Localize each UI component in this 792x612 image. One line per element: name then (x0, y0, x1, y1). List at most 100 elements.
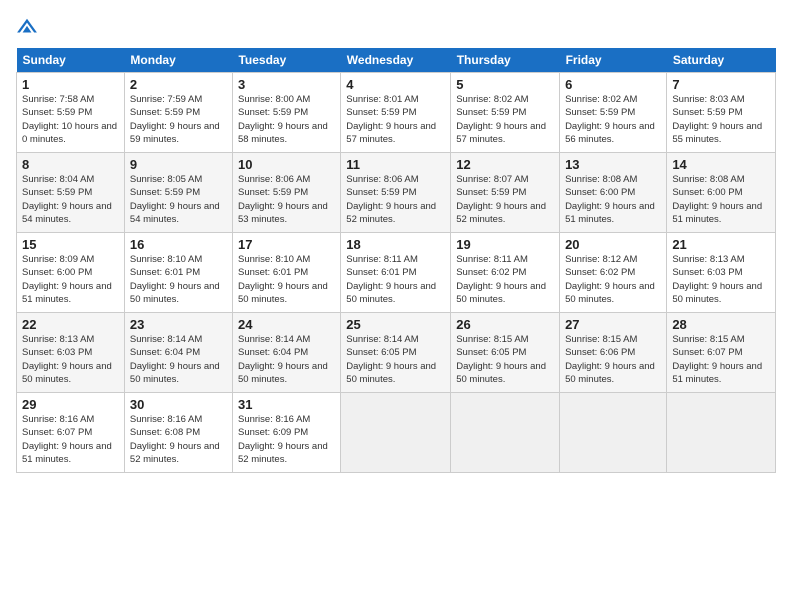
day-number: 9 (130, 157, 227, 172)
calendar-day-cell (560, 393, 667, 473)
day-info: Sunrise: 8:07 AMSunset: 5:59 PMDaylight:… (456, 174, 546, 225)
calendar-day-cell: 21 Sunrise: 8:13 AMSunset: 6:03 PMDaylig… (667, 233, 776, 313)
day-number: 7 (672, 77, 770, 92)
day-number: 26 (456, 317, 554, 332)
day-number: 1 (22, 77, 119, 92)
day-number: 22 (22, 317, 119, 332)
day-number: 11 (346, 157, 445, 172)
day-number: 25 (346, 317, 445, 332)
day-info: Sunrise: 8:14 AMSunset: 6:04 PMDaylight:… (130, 334, 220, 385)
calendar-day-cell: 8 Sunrise: 8:04 AMSunset: 5:59 PMDayligh… (17, 153, 125, 233)
day-of-week-header: Thursday (451, 48, 560, 73)
day-number: 27 (565, 317, 661, 332)
calendar-day-cell: 9 Sunrise: 8:05 AMSunset: 5:59 PMDayligh… (124, 153, 232, 233)
day-number: 12 (456, 157, 554, 172)
day-of-week-header: Wednesday (341, 48, 451, 73)
calendar-day-cell: 12 Sunrise: 8:07 AMSunset: 5:59 PMDaylig… (451, 153, 560, 233)
calendar-week-row: 22 Sunrise: 8:13 AMSunset: 6:03 PMDaylig… (17, 313, 776, 393)
calendar-week-row: 8 Sunrise: 8:04 AMSunset: 5:59 PMDayligh… (17, 153, 776, 233)
day-info: Sunrise: 8:16 AMSunset: 6:07 PMDaylight:… (22, 414, 112, 465)
day-info: Sunrise: 8:11 AMSunset: 6:02 PMDaylight:… (456, 254, 546, 305)
day-info: Sunrise: 8:00 AMSunset: 5:59 PMDaylight:… (238, 94, 328, 145)
calendar-day-cell: 31 Sunrise: 8:16 AMSunset: 6:09 PMDaylig… (232, 393, 340, 473)
day-number: 14 (672, 157, 770, 172)
day-info: Sunrise: 8:12 AMSunset: 6:02 PMDaylight:… (565, 254, 655, 305)
day-number: 21 (672, 237, 770, 252)
day-number: 6 (565, 77, 661, 92)
day-info: Sunrise: 8:16 AMSunset: 6:09 PMDaylight:… (238, 414, 328, 465)
calendar-day-cell: 13 Sunrise: 8:08 AMSunset: 6:00 PMDaylig… (560, 153, 667, 233)
day-info: Sunrise: 8:06 AMSunset: 5:59 PMDaylight:… (346, 174, 436, 225)
calendar-day-cell: 25 Sunrise: 8:14 AMSunset: 6:05 PMDaylig… (341, 313, 451, 393)
day-number: 20 (565, 237, 661, 252)
day-number: 2 (130, 77, 227, 92)
day-info: Sunrise: 8:02 AMSunset: 5:59 PMDaylight:… (456, 94, 546, 145)
day-number: 15 (22, 237, 119, 252)
day-info: Sunrise: 8:03 AMSunset: 5:59 PMDaylight:… (672, 94, 762, 145)
day-number: 31 (238, 397, 335, 412)
day-info: Sunrise: 8:09 AMSunset: 6:00 PMDaylight:… (22, 254, 112, 305)
day-info: Sunrise: 8:10 AMSunset: 6:01 PMDaylight:… (238, 254, 328, 305)
day-number: 23 (130, 317, 227, 332)
calendar-day-cell: 1 Sunrise: 7:58 AMSunset: 5:59 PMDayligh… (17, 73, 125, 153)
day-number: 5 (456, 77, 554, 92)
day-of-week-header: Saturday (667, 48, 776, 73)
day-number: 16 (130, 237, 227, 252)
calendar-week-row: 1 Sunrise: 7:58 AMSunset: 5:59 PMDayligh… (17, 73, 776, 153)
calendar-day-cell: 11 Sunrise: 8:06 AMSunset: 5:59 PMDaylig… (341, 153, 451, 233)
day-info: Sunrise: 7:59 AMSunset: 5:59 PMDaylight:… (130, 94, 220, 145)
calendar-day-cell (341, 393, 451, 473)
day-info: Sunrise: 8:15 AMSunset: 6:05 PMDaylight:… (456, 334, 546, 385)
day-number: 13 (565, 157, 661, 172)
day-info: Sunrise: 8:08 AMSunset: 6:00 PMDaylight:… (565, 174, 655, 225)
day-info: Sunrise: 8:14 AMSunset: 6:05 PMDaylight:… (346, 334, 436, 385)
day-of-week-header: Monday (124, 48, 232, 73)
day-info: Sunrise: 8:01 AMSunset: 5:59 PMDaylight:… (346, 94, 436, 145)
calendar-day-cell (451, 393, 560, 473)
day-of-week-header: Sunday (17, 48, 125, 73)
calendar-day-cell: 10 Sunrise: 8:06 AMSunset: 5:59 PMDaylig… (232, 153, 340, 233)
day-info: Sunrise: 8:06 AMSunset: 5:59 PMDaylight:… (238, 174, 328, 225)
logo (16, 16, 42, 38)
day-of-week-header: Friday (560, 48, 667, 73)
calendar-day-cell (667, 393, 776, 473)
calendar-day-cell: 7 Sunrise: 8:03 AMSunset: 5:59 PMDayligh… (667, 73, 776, 153)
day-number: 30 (130, 397, 227, 412)
day-info: Sunrise: 8:02 AMSunset: 5:59 PMDaylight:… (565, 94, 655, 145)
day-number: 8 (22, 157, 119, 172)
calendar-day-cell: 6 Sunrise: 8:02 AMSunset: 5:59 PMDayligh… (560, 73, 667, 153)
day-info: Sunrise: 8:10 AMSunset: 6:01 PMDaylight:… (130, 254, 220, 305)
day-info: Sunrise: 8:05 AMSunset: 5:59 PMDaylight:… (130, 174, 220, 225)
day-number: 17 (238, 237, 335, 252)
calendar-container: SundayMondayTuesdayWednesdayThursdayFrid… (0, 0, 792, 612)
day-info: Sunrise: 8:14 AMSunset: 6:04 PMDaylight:… (238, 334, 328, 385)
calendar-table: SundayMondayTuesdayWednesdayThursdayFrid… (16, 48, 776, 473)
calendar-day-cell: 19 Sunrise: 8:11 AMSunset: 6:02 PMDaylig… (451, 233, 560, 313)
calendar-day-cell: 24 Sunrise: 8:14 AMSunset: 6:04 PMDaylig… (232, 313, 340, 393)
day-info: Sunrise: 8:13 AMSunset: 6:03 PMDaylight:… (672, 254, 762, 305)
calendar-header-row: SundayMondayTuesdayWednesdayThursdayFrid… (17, 48, 776, 73)
calendar-week-row: 29 Sunrise: 8:16 AMSunset: 6:07 PMDaylig… (17, 393, 776, 473)
calendar-day-cell: 5 Sunrise: 8:02 AMSunset: 5:59 PMDayligh… (451, 73, 560, 153)
day-number: 3 (238, 77, 335, 92)
day-info: Sunrise: 8:08 AMSunset: 6:00 PMDaylight:… (672, 174, 762, 225)
day-info: Sunrise: 8:11 AMSunset: 6:01 PMDaylight:… (346, 254, 436, 305)
day-info: Sunrise: 7:58 AMSunset: 5:59 PMDaylight:… (22, 94, 117, 145)
calendar-day-cell: 17 Sunrise: 8:10 AMSunset: 6:01 PMDaylig… (232, 233, 340, 313)
day-of-week-header: Tuesday (232, 48, 340, 73)
day-number: 28 (672, 317, 770, 332)
calendar-day-cell: 20 Sunrise: 8:12 AMSunset: 6:02 PMDaylig… (560, 233, 667, 313)
day-info: Sunrise: 8:16 AMSunset: 6:08 PMDaylight:… (130, 414, 220, 465)
calendar-day-cell: 22 Sunrise: 8:13 AMSunset: 6:03 PMDaylig… (17, 313, 125, 393)
day-info: Sunrise: 8:15 AMSunset: 6:06 PMDaylight:… (565, 334, 655, 385)
calendar-day-cell: 14 Sunrise: 8:08 AMSunset: 6:00 PMDaylig… (667, 153, 776, 233)
calendar-day-cell: 15 Sunrise: 8:09 AMSunset: 6:00 PMDaylig… (17, 233, 125, 313)
calendar-day-cell: 18 Sunrise: 8:11 AMSunset: 6:01 PMDaylig… (341, 233, 451, 313)
calendar-day-cell: 30 Sunrise: 8:16 AMSunset: 6:08 PMDaylig… (124, 393, 232, 473)
day-info: Sunrise: 8:15 AMSunset: 6:07 PMDaylight:… (672, 334, 762, 385)
calendar-day-cell: 28 Sunrise: 8:15 AMSunset: 6:07 PMDaylig… (667, 313, 776, 393)
day-number: 10 (238, 157, 335, 172)
day-number: 29 (22, 397, 119, 412)
day-info: Sunrise: 8:04 AMSunset: 5:59 PMDaylight:… (22, 174, 112, 225)
calendar-day-cell: 27 Sunrise: 8:15 AMSunset: 6:06 PMDaylig… (560, 313, 667, 393)
